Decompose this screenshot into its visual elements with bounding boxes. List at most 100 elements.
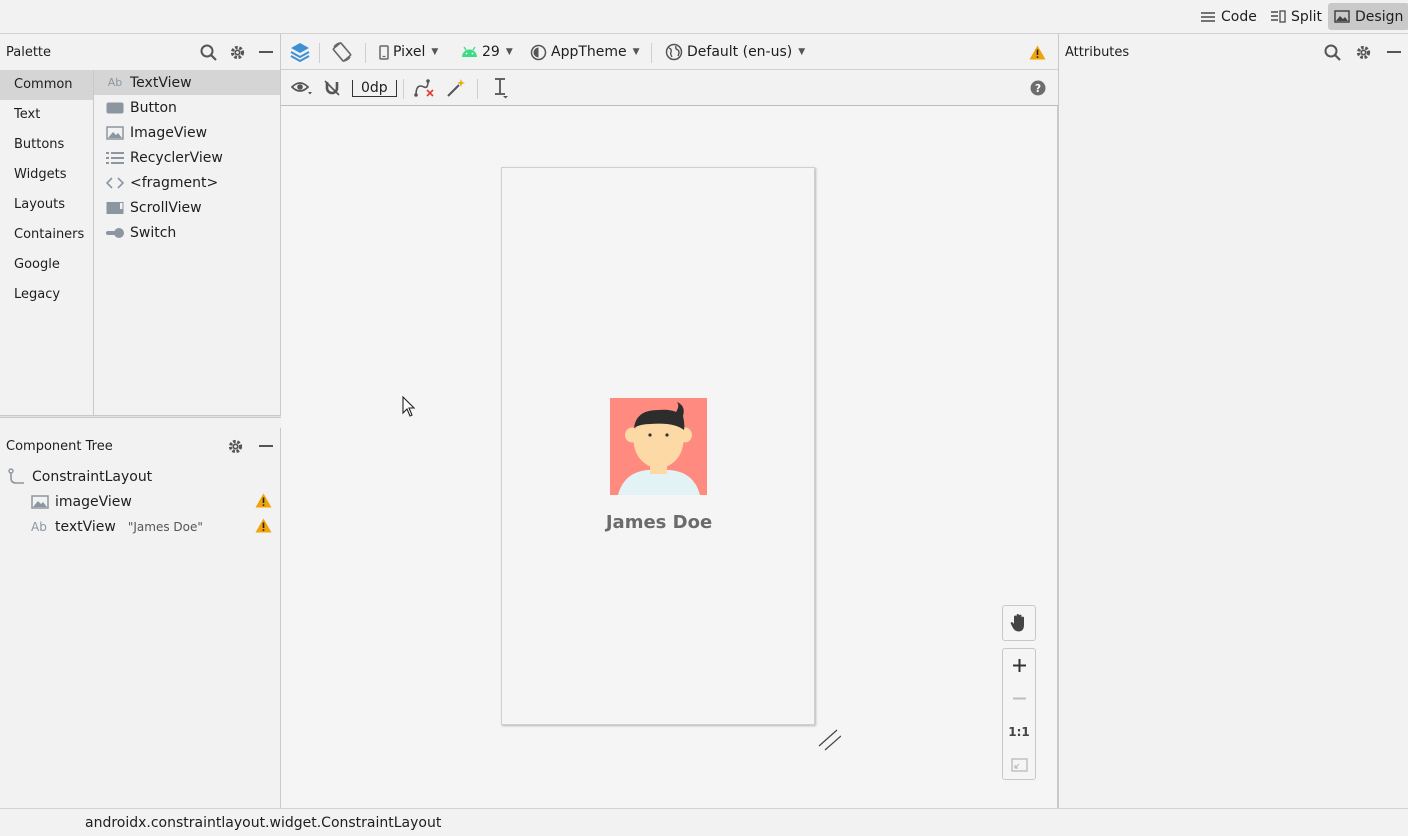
avatar-image[interactable] bbox=[610, 398, 707, 495]
code-mode-button[interactable]: Code bbox=[1194, 3, 1263, 30]
gear-icon[interactable] bbox=[229, 44, 246, 61]
tree-node-imageview[interactable]: imageView bbox=[0, 489, 280, 514]
layers-button[interactable] bbox=[289, 34, 311, 70]
vertical-guideline-icon bbox=[491, 77, 509, 99]
locale-selector[interactable]: Default (en-us) ▼ bbox=[665, 34, 805, 70]
infer-constraints-button[interactable] bbox=[446, 70, 466, 106]
name-textview[interactable]: James Doe bbox=[502, 512, 816, 533]
gear-icon[interactable] bbox=[227, 438, 244, 455]
widget-scrollview[interactable]: ScrollView bbox=[94, 195, 280, 220]
minimize-icon[interactable] bbox=[258, 44, 274, 60]
theme-selector[interactable]: AppTheme ▼ bbox=[530, 34, 640, 70]
palette-title: Palette bbox=[6, 44, 52, 60]
gear-icon[interactable] bbox=[1355, 44, 1372, 61]
panel-splitter[interactable] bbox=[0, 415, 281, 418]
widget-label: ImageView bbox=[130, 124, 208, 141]
android-icon bbox=[461, 46, 478, 58]
plus-icon bbox=[1012, 659, 1026, 672]
category-google[interactable]: Google bbox=[0, 250, 93, 280]
svg-text:?: ? bbox=[1035, 83, 1041, 95]
minimize-icon[interactable] bbox=[258, 438, 274, 454]
view-options-button[interactable] bbox=[291, 70, 313, 106]
zoom-actual-size-button[interactable]: 1:1 bbox=[1003, 715, 1035, 748]
widget-textview[interactable]: Ab TextView bbox=[94, 70, 280, 95]
widget-fragment[interactable]: <fragment> bbox=[94, 170, 280, 195]
chevron-down-icon: ▼ bbox=[505, 47, 513, 57]
widget-imageview[interactable]: ImageView bbox=[94, 120, 280, 145]
minimize-icon[interactable] bbox=[1386, 44, 1402, 60]
widget-label: <fragment> bbox=[130, 174, 219, 191]
design-mode-button[interactable]: Design bbox=[1328, 3, 1408, 30]
hand-icon bbox=[1010, 613, 1028, 633]
widget-label: ScrollView bbox=[130, 199, 202, 216]
tree-node-detail: "James Doe" bbox=[127, 519, 203, 534]
code-lines-icon bbox=[1200, 11, 1216, 23]
zoom-out-button[interactable] bbox=[1003, 682, 1035, 715]
design-canvas[interactable]: James Doe bbox=[281, 106, 1058, 808]
orientation-button[interactable] bbox=[331, 34, 353, 70]
clear-constraints-icon bbox=[413, 78, 435, 98]
chevron-down-icon: ▼ bbox=[431, 47, 439, 57]
resize-handle-icon[interactable] bbox=[817, 728, 841, 752]
textview-icon: Ab bbox=[31, 519, 47, 534]
code-mode-label: Code bbox=[1221, 8, 1257, 25]
search-icon[interactable] bbox=[200, 44, 217, 61]
component-tree-header: Component Tree bbox=[0, 428, 280, 464]
default-margin-label: 0dp bbox=[352, 79, 397, 97]
category-layouts[interactable]: Layouts bbox=[0, 190, 93, 220]
pan-button[interactable] bbox=[1002, 605, 1036, 641]
device-selector[interactable]: Pixel ▼ bbox=[379, 34, 438, 70]
attributes-header: Attributes bbox=[1059, 34, 1408, 70]
split-mode-label: Split bbox=[1291, 8, 1323, 25]
status-bar: androidx.constraintlayout.widget.Constra… bbox=[0, 808, 1408, 836]
theme-icon bbox=[530, 44, 547, 61]
fit-screen-icon bbox=[1010, 757, 1028, 772]
category-legacy[interactable]: Legacy bbox=[0, 280, 93, 310]
split-mode-button[interactable]: Split bbox=[1264, 3, 1328, 30]
design-toolbar: Pixel ▼ 29 ▼ AppTheme ▼ Default (en-us) … bbox=[281, 34, 1058, 70]
zoom-to-fit-button[interactable] bbox=[1003, 748, 1035, 781]
recyclerview-icon bbox=[106, 151, 124, 165]
rotate-device-icon bbox=[331, 41, 353, 63]
fragment-icon bbox=[106, 176, 124, 190]
zoom-in-button[interactable] bbox=[1003, 649, 1035, 682]
autoconnect-toggle[interactable] bbox=[323, 70, 341, 106]
layers-icon bbox=[289, 41, 311, 63]
warning-icon[interactable] bbox=[255, 493, 272, 508]
magnet-off-icon bbox=[323, 79, 341, 97]
category-text[interactable]: Text bbox=[0, 100, 93, 130]
clear-constraints-button[interactable] bbox=[413, 70, 435, 106]
guidelines-button[interactable] bbox=[491, 70, 509, 106]
widget-switch[interactable]: Switch bbox=[94, 220, 280, 245]
mouse-cursor-icon bbox=[402, 396, 416, 418]
widget-recyclerview[interactable]: RecyclerView bbox=[94, 145, 280, 170]
category-widgets[interactable]: Widgets bbox=[0, 160, 93, 190]
scrollview-icon bbox=[106, 201, 124, 215]
default-margin-selector[interactable]: 0dp bbox=[352, 70, 397, 106]
widget-label: RecyclerView bbox=[130, 149, 223, 166]
editor-mode-bar: Code Split Design bbox=[0, 0, 1408, 34]
layout-warnings-button[interactable] bbox=[1029, 34, 1046, 70]
locale-label: Default (en-us) bbox=[687, 44, 793, 60]
category-containers[interactable]: Containers bbox=[0, 220, 93, 250]
phone-icon bbox=[379, 44, 389, 60]
category-buttons[interactable]: Buttons bbox=[0, 130, 93, 160]
help-icon: ? bbox=[1030, 80, 1046, 96]
device-preview[interactable]: James Doe bbox=[501, 167, 815, 725]
api-level-selector[interactable]: 29 ▼ bbox=[461, 34, 513, 70]
tree-node-textview[interactable]: Ab textView "James Doe" bbox=[0, 514, 280, 539]
tree-node-label: imageView bbox=[55, 493, 132, 510]
category-common[interactable]: Common bbox=[0, 70, 93, 100]
widget-label: Button bbox=[130, 99, 177, 116]
globe-icon bbox=[665, 43, 683, 61]
search-icon[interactable] bbox=[1324, 44, 1341, 61]
chevron-down-icon: ▼ bbox=[798, 47, 806, 57]
chevron-down-icon: ▼ bbox=[632, 47, 640, 57]
tree-node-constraintlayout[interactable]: ConstraintLayout bbox=[0, 464, 280, 489]
warning-icon[interactable] bbox=[255, 518, 272, 533]
attributes-panel: Attributes bbox=[1058, 34, 1408, 808]
help-button[interactable]: ? bbox=[1030, 70, 1046, 106]
constraint-toolbar: 0dp ? bbox=[281, 70, 1058, 106]
widget-button[interactable]: Button bbox=[94, 95, 280, 120]
theme-label: AppTheme bbox=[551, 44, 627, 60]
